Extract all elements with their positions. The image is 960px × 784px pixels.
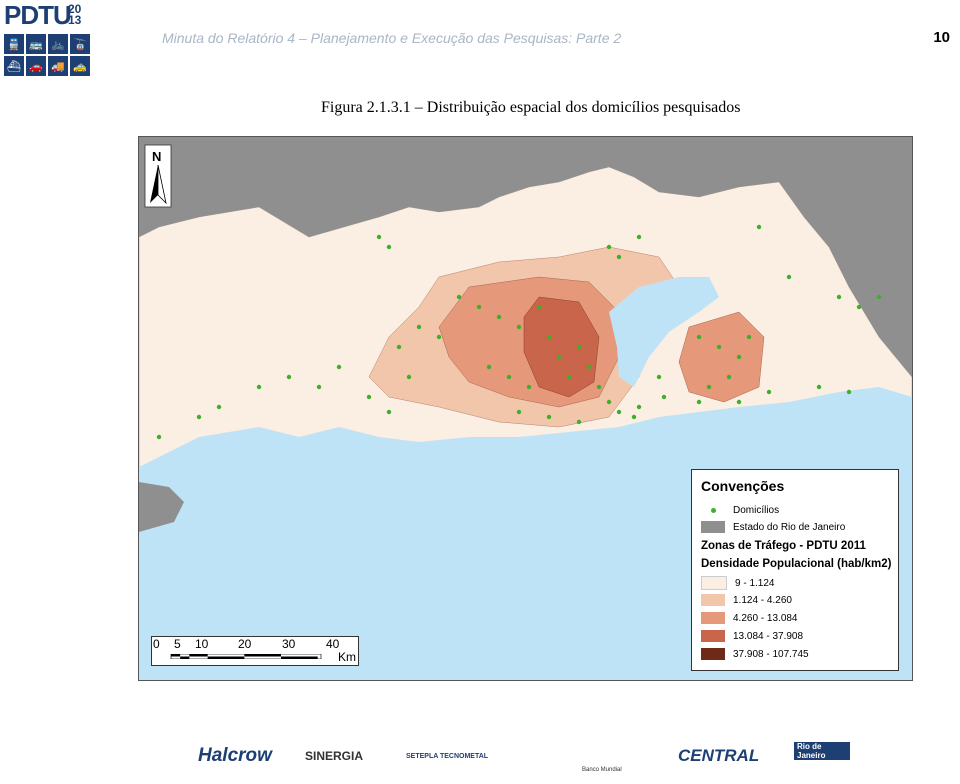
rio-de-janeiro-logo: Rio de Janeiro	[794, 742, 850, 760]
legend-label: Estado do Rio de Janeiro	[733, 521, 846, 533]
legend-label: 9 - 1.124	[735, 577, 775, 589]
logo-year: 20 13	[68, 3, 82, 27]
ferry-icon: ⛴	[4, 56, 24, 76]
legend-swatch	[701, 612, 725, 624]
central-logo: CENTRAL	[678, 746, 760, 765]
legend-label: 4.260 - 13.084	[733, 612, 798, 624]
scale-tick-5: 5	[174, 637, 181, 651]
page-number: 10	[933, 29, 950, 46]
footer-logos: Halcrow SINERGIA SETEPLA TECNOMETAL Banc…	[190, 742, 850, 773]
car-icon: 🚗	[26, 56, 46, 76]
legend-swatch	[701, 576, 727, 590]
legend-swatch	[701, 521, 725, 533]
legend-item-estado: Estado do Rio de Janeiro	[701, 521, 845, 533]
legend-class-2: 1.124 - 4.260	[701, 594, 792, 606]
legend-label: Domicílios	[733, 504, 780, 516]
legend-label: 37.908 - 107.745	[733, 648, 809, 660]
point-symbol-icon	[701, 504, 725, 516]
legend-title: Convenções	[701, 478, 785, 494]
scale-segments	[170, 654, 322, 659]
legend-swatch	[701, 630, 725, 642]
figure-caption: Figura 2.1.3.1 – Distribuição espacial d…	[321, 99, 741, 116]
scale-tick-20: 20	[238, 637, 252, 651]
legend-class-4: 13.084 - 37.908	[701, 630, 803, 642]
legend-item-domicilios: Domicílios	[701, 504, 779, 516]
pdtu-logo: PDTU 20 13 🚆 🚌 🚲 🚡 ⛴ 🚗 🚚 🚕	[2, 0, 98, 78]
taxi-icon: 🚕	[70, 56, 90, 76]
legend-swatch	[701, 648, 725, 660]
legend-label: 1.124 - 4.260	[733, 594, 792, 606]
map-legend: Convenções Domicílios Estado do Rio de J…	[691, 469, 899, 671]
logo-year-bottom: 13	[68, 13, 82, 27]
halcrow-logo: Halcrow	[198, 745, 272, 766]
banco-mundial-logo: Banco Mundial	[582, 767, 622, 773]
logo-text: PDTU	[4, 0, 72, 30]
north-label: N	[152, 149, 162, 164]
scale-tick-40: 40	[326, 637, 340, 651]
setepla-logo: SETEPLA TECNOMETAL	[406, 752, 489, 760]
scale-bar: 0 5 10 20 30 40 Km	[151, 636, 359, 666]
legend-swatch	[701, 594, 725, 606]
bus-icon: 🚌	[26, 34, 46, 54]
train-icon: 🚆	[4, 34, 24, 54]
scale-tick-0: 0	[153, 637, 160, 651]
legend-subtitle-zones: Zonas de Tráfego - PDTU 2011	[701, 540, 866, 552]
truck-icon: 🚚	[48, 56, 68, 76]
header-title: Minuta do Relatório 4 – Planejamento e E…	[162, 30, 622, 46]
legend-label: 13.084 - 37.908	[733, 630, 804, 642]
scale-tick-30: 30	[282, 637, 296, 651]
legend-class-1: 9 - 1.124	[701, 576, 774, 590]
scale-tick-10: 10	[195, 637, 209, 651]
legend-class-5: 37.908 - 107.745	[701, 648, 809, 660]
legend-subtitle-density: Densidade Populacional (hab/km2)	[701, 558, 892, 570]
logo-icon-grid: 🚆 🚌 🚲 🚡 ⛴ 🚗 🚚 🚕	[4, 34, 90, 76]
sinergia-logo: SINERGIA	[305, 749, 364, 763]
cable-car-icon: 🚡	[70, 34, 90, 54]
legend-class-3: 4.260 - 13.084	[701, 612, 798, 624]
bicycle-icon: 🚲	[48, 34, 68, 54]
scale-unit: Km	[338, 650, 356, 664]
